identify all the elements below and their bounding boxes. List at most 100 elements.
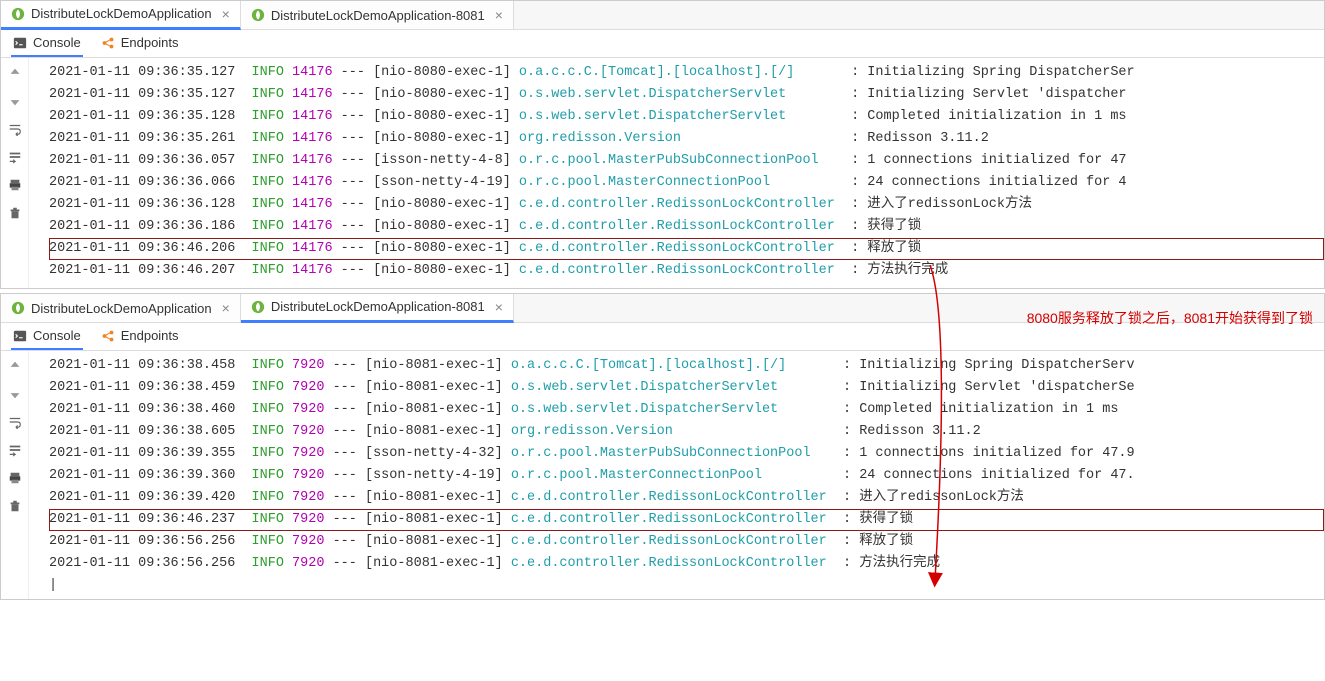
log-thread: [nio-8081-exec-1] — [365, 399, 511, 421]
console-log[interactable]: 2021-01-11 09:36:35.127 INFO 14176 --- [… — [29, 58, 1324, 288]
log-timestamp: 2021-01-11 09:36:39.420 — [49, 487, 252, 509]
log-separator: : — [835, 443, 859, 465]
log-source: o.r.c.pool.MasterPubSubConnectionPool — [519, 150, 843, 172]
log-level: INFO — [252, 509, 284, 531]
log-level: INFO — [252, 150, 284, 172]
log-message: 方法执行完成 — [867, 260, 948, 282]
log-timestamp: 2021-01-11 09:36:38.459 — [49, 377, 252, 399]
log-level: INFO — [252, 377, 284, 399]
tabs-row: DistributeLockDemoApplication×Distribute… — [1, 1, 1324, 30]
log-pid: 14176 — [284, 238, 333, 260]
log-level: INFO — [252, 260, 284, 282]
log-source: org.redisson.Version — [519, 128, 843, 150]
close-icon[interactable]: × — [495, 299, 503, 315]
log-source: o.a.c.c.C.[Tomcat].[localhost].[/] — [519, 62, 843, 84]
log-timestamp: 2021-01-11 09:36:36.186 — [49, 216, 252, 238]
close-icon[interactable]: × — [495, 7, 503, 23]
tab-label: DistributeLockDemoApplication-8081 — [271, 8, 485, 23]
log-pid: 14176 — [284, 128, 333, 150]
endpoints-subtab[interactable]: Endpoints — [99, 324, 181, 350]
scroll-up-icon[interactable] — [6, 64, 24, 82]
log-separator: --- — [324, 553, 365, 575]
log-source: c.e.d.controller.RedissonLockController — [519, 194, 843, 216]
log-separator: --- — [324, 377, 365, 399]
subtab-label: Endpoints — [121, 35, 179, 50]
log-line: 2021-01-11 09:36:38.605 INFO 7920 --- [n… — [49, 421, 1324, 443]
log-level: INFO — [252, 531, 284, 553]
log-pid: 7920 — [284, 487, 325, 509]
scroll-down-icon[interactable] — [6, 92, 24, 110]
log-separator: : — [843, 150, 867, 172]
log-pid: 14176 — [284, 62, 333, 84]
tabs-row: DistributeLockDemoApplication×Distribute… — [1, 294, 1324, 323]
soft-wrap-icon[interactable] — [6, 413, 24, 431]
log-level: INFO — [252, 128, 284, 150]
app-icon — [251, 8, 265, 22]
log-line: 2021-01-11 09:36:38.460 INFO 7920 --- [n… — [49, 399, 1324, 421]
log-line: 2021-01-11 09:36:38.459 INFO 7920 --- [n… — [49, 377, 1324, 399]
run-config-tab[interactable]: DistributeLockDemoApplication-8081× — [241, 294, 514, 323]
log-line: 2021-01-11 09:36:38.458 INFO 7920 --- [n… — [49, 355, 1324, 377]
console-log[interactable]: 2021-01-11 09:36:38.458 INFO 7920 --- [n… — [29, 351, 1324, 599]
run-config-tab[interactable]: DistributeLockDemoApplication-8081 × — [241, 1, 514, 29]
log-level: INFO — [252, 106, 284, 128]
log-separator: : — [835, 421, 859, 443]
log-thread: [nio-8081-exec-1] — [365, 553, 511, 575]
log-message: Initializing Servlet 'dispatcherSe — [859, 377, 1134, 399]
log-message: 24 connections initialized for 4 — [867, 172, 1126, 194]
tab-label: DistributeLockDemoApplication — [31, 301, 212, 316]
run-config-tab[interactable]: DistributeLockDemoApplication× — [1, 1, 241, 30]
log-pid: 7920 — [284, 355, 325, 377]
scroll-to-end-icon[interactable] — [6, 441, 24, 459]
side-toolbar — [1, 58, 29, 288]
log-message: Redisson 3.11.2 — [859, 421, 981, 443]
log-timestamp: 2021-01-11 09:36:35.127 — [49, 62, 252, 84]
console-subtab[interactable]: Console — [11, 324, 83, 350]
log-source: o.s.web.servlet.DispatcherServlet — [519, 84, 843, 106]
scroll-down-icon[interactable] — [6, 385, 24, 403]
run-config-tab[interactable]: DistributeLockDemoApplication × — [1, 294, 241, 322]
terminal-icon — [13, 329, 27, 343]
close-icon[interactable]: × — [222, 300, 230, 316]
close-icon[interactable]: × — [222, 6, 230, 22]
log-message: Initializing Spring DispatcherSer — [867, 62, 1134, 84]
log-separator: : — [843, 128, 867, 150]
log-thread: [nio-8081-exec-1] — [365, 355, 511, 377]
endpoints-icon — [101, 36, 115, 50]
log-thread: [nio-8081-exec-1] — [365, 487, 511, 509]
log-separator: --- — [333, 84, 374, 106]
log-level: INFO — [252, 421, 284, 443]
print-icon[interactable] — [6, 469, 24, 487]
log-thread: [nio-8080-exec-1] — [373, 194, 519, 216]
endpoints-subtab[interactable]: Endpoints — [99, 31, 181, 57]
trash-icon[interactable] — [6, 497, 24, 515]
log-separator: --- — [333, 216, 374, 238]
log-source: c.e.d.controller.RedissonLockController — [511, 509, 835, 531]
subtabs-row: Console Endpoints — [1, 323, 1324, 351]
log-pid: 14176 — [284, 194, 333, 216]
log-timestamp: 2021-01-11 09:36:39.355 — [49, 443, 252, 465]
log-message: 释放了锁 — [867, 238, 921, 260]
log-source: c.e.d.controller.RedissonLockController — [519, 238, 843, 260]
log-message: 释放了锁 — [859, 531, 913, 553]
soft-wrap-icon[interactable] — [6, 120, 24, 138]
log-pid: 7920 — [284, 465, 325, 487]
run-panel-8080: DistributeLockDemoApplication×Distribute… — [0, 0, 1325, 289]
log-line: 2021-01-11 09:36:56.256 INFO 7920 --- [n… — [49, 553, 1324, 575]
log-separator: --- — [333, 150, 374, 172]
scroll-to-end-icon[interactable] — [6, 148, 24, 166]
log-separator: : — [843, 106, 867, 128]
log-timestamp: 2021-01-11 09:36:46.206 — [49, 238, 252, 260]
log-source: c.e.d.controller.RedissonLockController — [511, 531, 835, 553]
log-pid: 14176 — [284, 260, 333, 282]
log-line: 2021-01-11 09:36:56.256 INFO 7920 --- [n… — [49, 531, 1324, 553]
print-icon[interactable] — [6, 176, 24, 194]
scroll-up-icon[interactable] — [6, 357, 24, 375]
log-pid: 7920 — [284, 553, 325, 575]
trash-icon[interactable] — [6, 204, 24, 222]
log-separator: --- — [333, 260, 374, 282]
log-separator: : — [835, 355, 859, 377]
log-thread: [isson-netty-4-8] — [373, 150, 519, 172]
log-separator: --- — [324, 421, 365, 443]
console-subtab[interactable]: Console — [11, 31, 83, 57]
